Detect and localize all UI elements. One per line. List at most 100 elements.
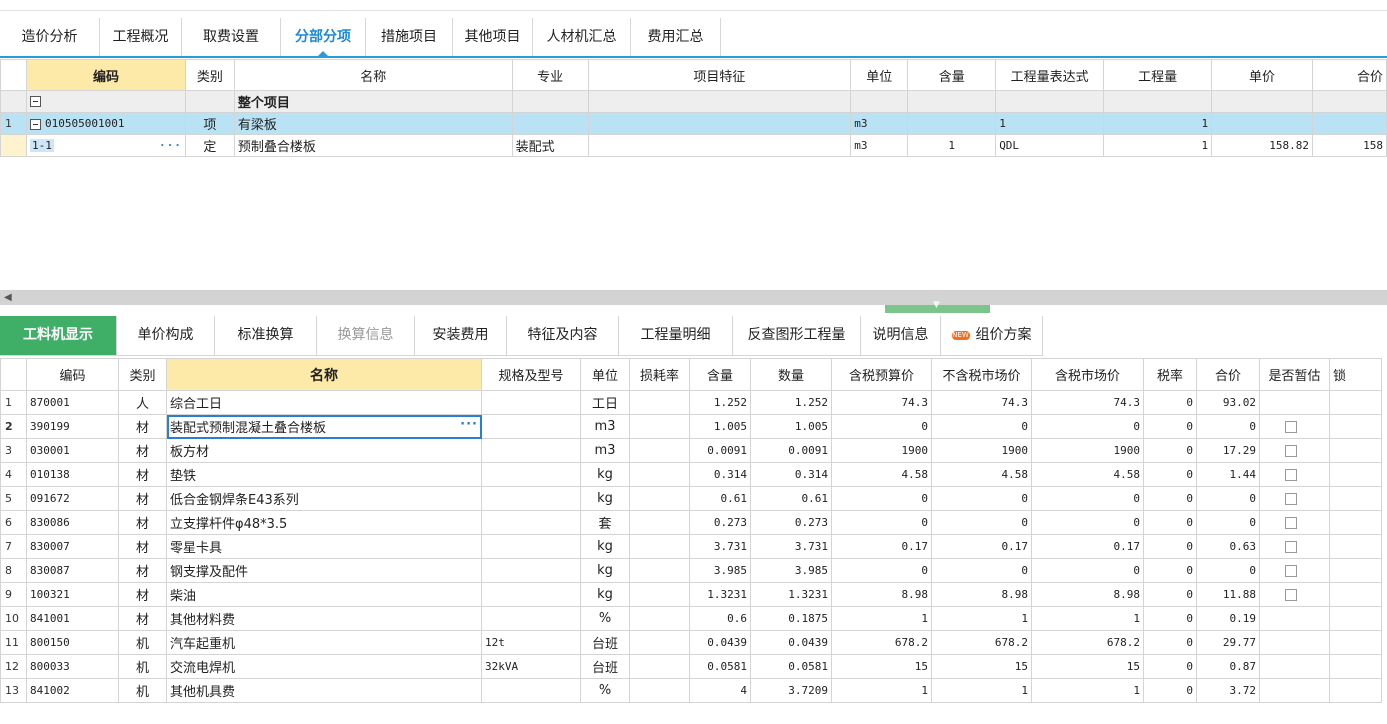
row-type[interactable]: 材 [118, 462, 167, 487]
row-unit[interactable]: m3 [580, 414, 630, 439]
col-header-spec[interactable]: 规格及型号 [481, 358, 581, 391]
row-code[interactable]: 030001 [26, 438, 119, 463]
row-name[interactable]: 汽车起重机 [166, 630, 482, 655]
detail-tab-6[interactable]: 特征及内容 [507, 316, 619, 355]
row-unit[interactable]: kg [580, 462, 630, 487]
row-lock[interactable] [1329, 414, 1382, 439]
col-header-code[interactable]: 编码 [26, 358, 119, 391]
row-total[interactable]: 0 [1196, 510, 1260, 535]
col-header-total[interactable]: 合价 [1196, 358, 1260, 391]
sub-expr[interactable]: QDL [995, 134, 1105, 157]
detail-tab-7[interactable]: 工程量明细 [619, 316, 733, 355]
row-code[interactable]: 870001 [26, 390, 119, 415]
item-expr[interactable]: 1 [995, 112, 1105, 135]
row-loss[interactable] [629, 414, 690, 439]
row-loss[interactable] [629, 462, 690, 487]
row-lock[interactable] [1329, 462, 1382, 487]
item-quantity[interactable]: 1 [1103, 112, 1213, 135]
row-type[interactable]: 材 [118, 582, 167, 607]
row-tax-market[interactable]: 15 [1031, 654, 1144, 679]
row-notax-market[interactable]: 0.17 [931, 534, 1032, 559]
row-provisional[interactable] [1259, 390, 1330, 415]
row-loss[interactable] [629, 558, 690, 583]
row-lock[interactable] [1329, 438, 1382, 463]
row-provisional[interactable] [1259, 462, 1330, 487]
row-tax-market[interactable]: 0.17 [1031, 534, 1144, 559]
row-tax-budget[interactable]: 1 [831, 606, 932, 631]
row-total[interactable]: 0.63 [1196, 534, 1260, 559]
more-button[interactable]: ··· [159, 139, 182, 152]
row-ratio[interactable]: 0.314 [689, 462, 751, 487]
row-tax-market[interactable]: 8.98 [1031, 582, 1144, 607]
row-ratio[interactable]: 0.273 [689, 510, 751, 535]
row-taxrate[interactable]: 0 [1143, 558, 1197, 583]
tab-5[interactable]: 措施项目 [366, 18, 453, 56]
row-code[interactable]: 100321 [26, 582, 119, 607]
row-type[interactable]: 材 [118, 414, 167, 439]
row-provisional[interactable] [1259, 630, 1330, 655]
row-qty[interactable]: 0.273 [750, 510, 832, 535]
row-total[interactable]: 29.77 [1196, 630, 1260, 655]
sub-code[interactable]: 1-1 [29, 139, 54, 152]
row-unit[interactable]: 套 [580, 510, 630, 535]
row-lock[interactable] [1329, 654, 1382, 679]
col-header-type[interactable]: 类别 [184, 59, 235, 91]
col-header-feature[interactable]: 项目特征 [587, 59, 852, 91]
col-header-unit[interactable]: 单位 [580, 358, 630, 391]
row-tax-budget[interactable]: 4.58 [831, 462, 932, 487]
row-type[interactable]: 机 [118, 678, 167, 703]
tab-6[interactable]: 其他项目 [453, 18, 533, 56]
row-provisional[interactable] [1259, 510, 1330, 535]
col-header-qty[interactable]: 数量 [750, 358, 832, 391]
col-header-loss[interactable]: 损耗率 [629, 358, 690, 391]
row-qty[interactable]: 3.985 [750, 558, 832, 583]
row-lock[interactable] [1329, 534, 1382, 559]
more-button[interactable]: ··· [460, 417, 478, 432]
row-spec[interactable]: 32kVA [481, 654, 581, 679]
row-name[interactable]: 低合金钢焊条E43系列 [166, 486, 482, 511]
row-lock[interactable] [1329, 606, 1382, 631]
row-tax-budget[interactable]: 0 [831, 486, 932, 511]
row-notax-market[interactable]: 1 [931, 678, 1032, 703]
row-code[interactable]: 390199 [26, 414, 119, 439]
table-row[interactable]: 2 390199 材 装配式预制混凝土叠合楼板 ··· m3 1.005 1.005 0 0 0 0 0 [0, 414, 1382, 439]
row-name[interactable]: 柴油 [166, 582, 482, 607]
row-total[interactable]: 93.02 [1196, 390, 1260, 415]
row-type[interactable]: 材 [118, 486, 167, 511]
table-row[interactable]: 8 830087 材 钢支撑及配件 kg 3.985 3.985 0 0 0 0 0 [0, 558, 1382, 583]
row-ratio[interactable]: 1.005 [689, 414, 751, 439]
row-qty[interactable]: 1.252 [750, 390, 832, 415]
splitter-handle[interactable]: ▼ [885, 300, 990, 313]
row-type[interactable]: 材 [118, 606, 167, 631]
provisional-checkbox[interactable] [1285, 492, 1297, 505]
row-total[interactable]: 0 [1196, 486, 1260, 511]
row-name[interactable]: 零星卡具 [166, 534, 482, 559]
col-header-ratio[interactable]: 含量 [689, 358, 751, 391]
table-row[interactable]: 11 800150 机 汽车起重机 12t 台班 0.0439 0.0439 678.2 678.… [0, 630, 1382, 655]
row-ratio[interactable]: 3.731 [689, 534, 751, 559]
scroll-left-icon[interactable]: ◀ [4, 292, 12, 303]
row-total[interactable]: 0 [1196, 558, 1260, 583]
table-row[interactable]: 13 841002 机 其他机具费% 4 3.7209 1 1 1 0 3.72 [0, 678, 1382, 703]
col-header-price[interactable]: 单价 [1211, 59, 1313, 91]
sub-row[interactable]: 1-1 ··· 定 预制叠合楼板 装配式 m3 1 QDL 1 158.82 15… [0, 134, 1387, 157]
row-ratio[interactable]: 1.252 [689, 390, 751, 415]
row-qty[interactable]: 0.314 [750, 462, 832, 487]
row-qty[interactable]: 3.7209 [750, 678, 832, 703]
item-code-cell[interactable]: 010505001001 [25, 112, 186, 135]
row-type[interactable]: 材 [118, 510, 167, 535]
table-row[interactable]: 12 800033 机 交流电焊机 32kVA 台班 0.0581 0.0581 15 15 15 0… [0, 654, 1382, 679]
table-row[interactable]: 10 841001 材其他材料费% 0.6 0.1875 1 1 1 0 0.19 [0, 606, 1382, 631]
table-row[interactable]: 1 870001 人 综合工日 工日 1.252 1.252 74.3 74.3 74.3 0 93.… [0, 390, 1382, 415]
row-qty[interactable]: 0.0439 [750, 630, 832, 655]
row-spec[interactable] [481, 462, 581, 487]
row-spec[interactable] [481, 510, 581, 535]
tab-7[interactable]: 人材机汇总 [533, 18, 631, 56]
row-taxrate[interactable]: 0 [1143, 414, 1197, 439]
col-header-qty-ratio[interactable]: 含量 [907, 59, 997, 91]
row-type[interactable]: 机 [118, 630, 167, 655]
detail-tab-1[interactable]: 工料机显示 [0, 316, 117, 355]
row-unit[interactable]: kg [580, 486, 630, 511]
row-spec[interactable] [481, 390, 581, 415]
row-notax-market[interactable]: 1 [931, 606, 1032, 631]
